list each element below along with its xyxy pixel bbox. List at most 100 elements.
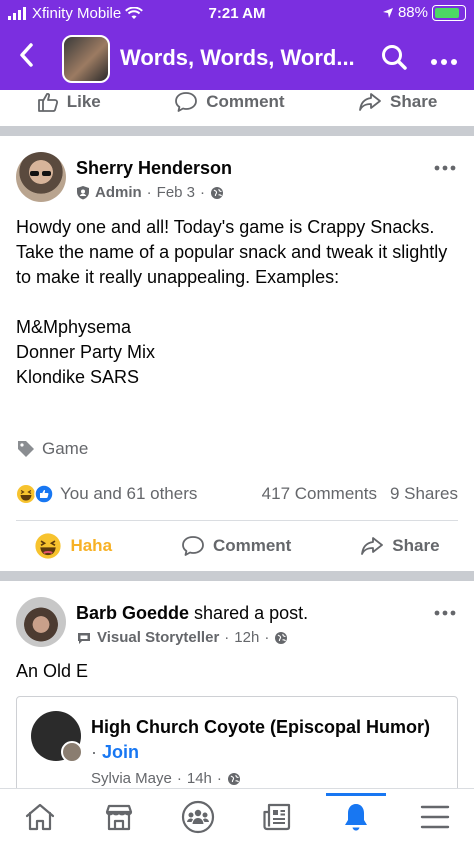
stats-divider <box>16 520 458 521</box>
haha-reaction-icon <box>17 485 35 503</box>
globe-icon <box>211 186 224 199</box>
more-dots-icon <box>434 610 456 616</box>
like-label: Like <box>66 92 101 111</box>
post-options-button[interactable] <box>434 154 456 177</box>
haha-emoji-icon <box>35 533 62 559</box>
shared-time[interactable]: 14h <box>187 770 212 787</box>
feed-divider <box>0 126 474 136</box>
share-label: Share <box>392 536 440 555</box>
shared-post-card[interactable]: High Church Coyote (Episcopal Humor) · J… <box>16 696 458 788</box>
comment-icon <box>182 536 204 556</box>
reaction-summary[interactable]: You and 61 others <box>16 484 197 504</box>
back-button[interactable] <box>18 42 34 74</box>
post-header-line: Barb Goedde shared a post. <box>76 603 308 624</box>
tag-icon <box>18 441 34 457</box>
author-name[interactable]: Sherry Henderson <box>76 158 232 179</box>
post-barb-goedde: Barb Goedde shared a post. Visual Storyt… <box>0 581 474 788</box>
more-dots-icon <box>434 165 456 171</box>
shared-post-meta: Sylvia Maye · 14h · <box>91 770 241 787</box>
battery-icon <box>432 4 466 21</box>
status-bar: Xfinity Mobile 7:21 AM 88% <box>0 0 474 28</box>
location-arrow-icon <box>382 7 393 18</box>
thumbs-up-icon <box>37 92 58 112</box>
haha-reaction-button[interactable]: Haha <box>34 532 112 560</box>
marketplace-icon <box>105 804 132 830</box>
menu-tab[interactable] <box>405 795 465 839</box>
search-icon <box>382 45 407 70</box>
group-avatar[interactable] <box>31 711 83 763</box>
tag-label: Game <box>42 439 89 458</box>
post-stats: You and 61 others 417 Comments 9 Shares <box>16 484 458 504</box>
groups-icon <box>181 800 214 833</box>
globe-icon <box>227 772 240 785</box>
separator-dot: · <box>200 184 206 201</box>
post-time[interactable]: 12h <box>234 629 259 646</box>
notifications-tab[interactable] <box>325 792 386 839</box>
shared-author[interactable]: Sylvia Maye <box>91 770 172 787</box>
marketplace-tab[interactable] <box>89 795 149 839</box>
admin-shield-icon <box>77 186 89 200</box>
shared-group-name[interactable]: High Church Coyote (Episcopal Humor) <box>91 717 430 737</box>
storyteller-badge-icon <box>78 632 90 644</box>
previous-post-actions: Like Comment Share <box>0 80 474 124</box>
post-text: Howdy one and all! Today's game is Crapp… <box>16 217 448 387</box>
post-meta: Admin · Feb 3 · <box>76 184 224 201</box>
news-feed-icon <box>262 803 290 830</box>
sunglasses-icon <box>30 171 51 176</box>
chevron-left-icon <box>20 43 33 67</box>
home-icon <box>25 803 54 830</box>
post-topic-tag[interactable]: Game <box>16 439 88 459</box>
like-reaction-icon <box>34 484 54 504</box>
separator-dot: · <box>264 629 270 646</box>
post-text: An Old E <box>16 661 89 681</box>
more-dots-icon <box>431 59 457 65</box>
status-right: 88% <box>382 4 466 21</box>
share-button[interactable]: Share <box>360 535 440 557</box>
post-meta: Visual Storyteller · 12h · <box>76 629 288 646</box>
search-button[interactable] <box>380 43 408 76</box>
author-avatar[interactable] <box>16 597 66 647</box>
shares-count[interactable]: 9 Shares <box>390 484 458 504</box>
more-options-button[interactable] <box>430 42 458 73</box>
feed-divider <box>0 571 474 581</box>
like-button[interactable]: Like <box>37 91 101 113</box>
author-avatar[interactable] <box>16 152 66 202</box>
post-date[interactable]: Feb 3 <box>157 184 195 201</box>
join-group-link[interactable]: Join <box>102 742 139 762</box>
comments-count[interactable]: 417 Comments <box>262 484 377 504</box>
admin-label: Admin <box>95 184 142 201</box>
group-avatar[interactable] <box>62 35 110 83</box>
shared-group-line: High Church Coyote (Episcopal Humor) · J… <box>91 715 441 765</box>
author-name[interactable]: Barb Goedde <box>76 603 189 623</box>
share-button[interactable]: Share <box>358 91 437 113</box>
separator-dot: · <box>176 770 182 787</box>
reaction-label: Haha <box>70 536 113 555</box>
post-options-button[interactable] <box>434 599 456 622</box>
reactions-count: You and 61 others <box>60 484 198 503</box>
home-tab[interactable] <box>10 795 70 839</box>
engagement-counts: 417 Comments 9 Shares <box>262 484 458 504</box>
post-actions: Haha Comment Share <box>0 524 474 568</box>
comment-label: Comment <box>206 92 285 111</box>
sharer-avatar <box>61 741 83 763</box>
comment-icon <box>175 92 198 112</box>
bell-icon <box>344 803 367 830</box>
comment-label: Comment <box>212 536 292 555</box>
separator-dot: · <box>216 770 222 787</box>
separator-dot: · <box>91 742 97 762</box>
groups-tab[interactable] <box>168 795 228 839</box>
separator-dot: · <box>146 184 152 201</box>
post-sherry-henderson: Sherry Henderson Admin · Feb 3 · Howdy o… <box>0 136 474 566</box>
share-label: Share <box>390 92 438 111</box>
group-title[interactable]: Words, Words, Word... <box>120 45 355 71</box>
share-icon <box>361 537 384 555</box>
comment-button[interactable]: Comment <box>174 91 285 113</box>
active-tab-indicator <box>325 792 386 796</box>
news-tab[interactable] <box>247 795 307 839</box>
globe-icon <box>275 631 288 644</box>
separator-dot: · <box>224 629 230 646</box>
comment-button[interactable]: Comment <box>181 535 291 557</box>
bottom-tab-bar <box>0 788 474 844</box>
badge-label: Visual Storyteller <box>97 629 220 646</box>
shared-action-text: shared a post. <box>194 603 309 623</box>
